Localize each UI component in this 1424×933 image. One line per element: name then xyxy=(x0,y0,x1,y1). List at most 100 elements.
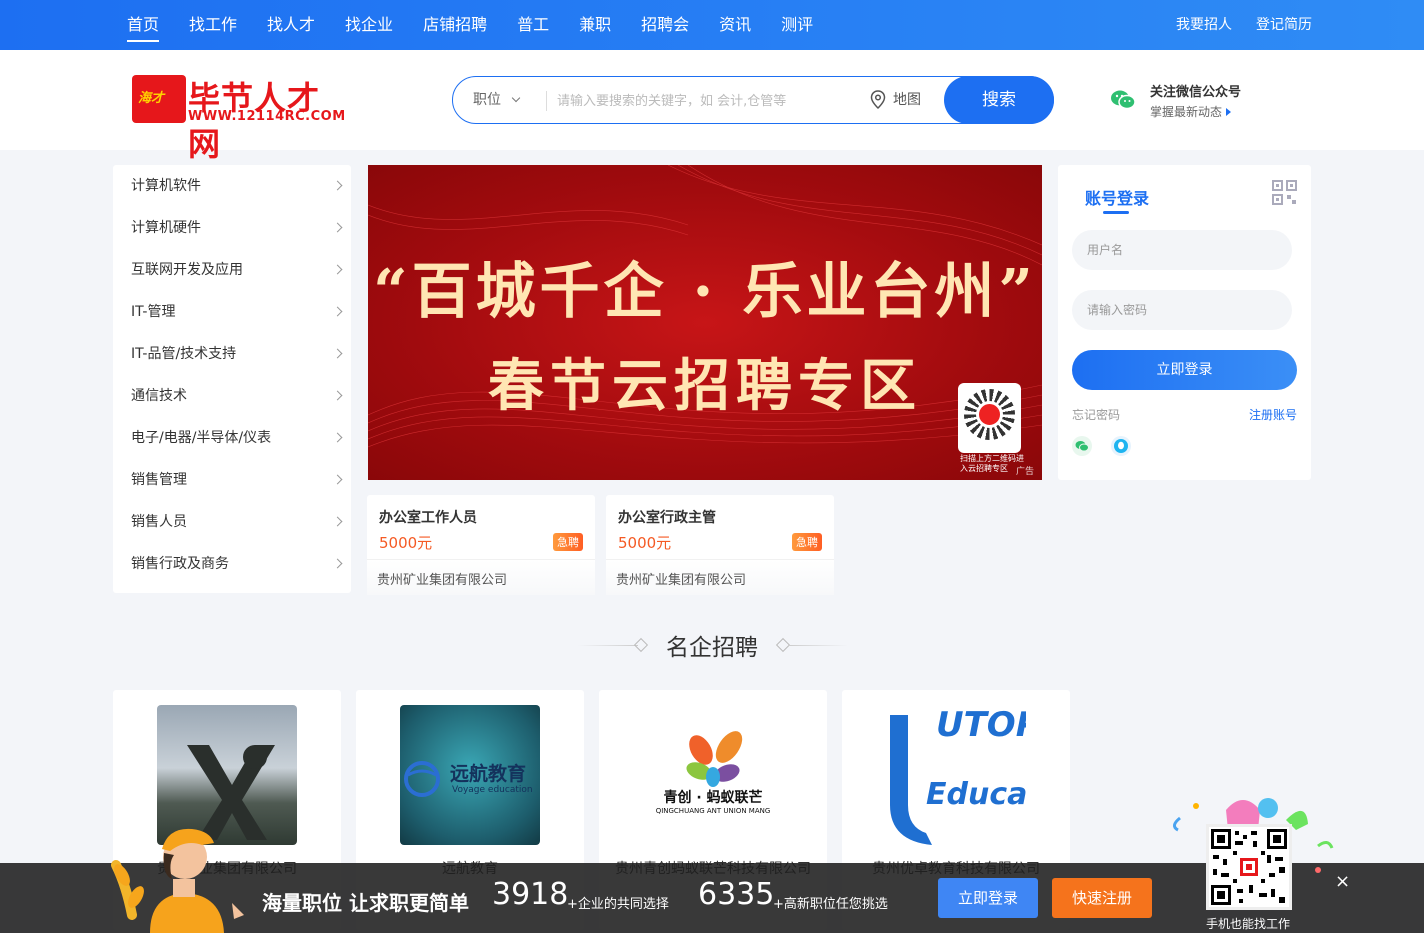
category-item[interactable]: 销售管理 xyxy=(113,459,351,501)
register-resume-link[interactable]: 登记简历 xyxy=(1256,0,1312,50)
category-item[interactable]: 销售人员 xyxy=(113,501,351,543)
company-count-desc: +企业的共同选择 xyxy=(567,897,669,912)
chevron-right-icon xyxy=(332,558,343,569)
banner-qr-code xyxy=(958,383,1021,453)
job-card[interactable]: 办公室工作人员 5000元 急聘 贵州矿业集团有限公司 xyxy=(367,495,595,595)
top-navbar: 首页 找工作 找人才 找企业 店铺招聘 普工 兼职 招聘会 资讯 测评 我要招人… xyxy=(0,0,1424,50)
username-input[interactable] xyxy=(1072,230,1292,270)
job-card[interactable]: 办公室行政主管 5000元 急聘 贵州矿业集团有限公司 xyxy=(606,495,834,595)
wechat-login-icon[interactable] xyxy=(1072,436,1092,456)
company-logo-subtext: Voyage education xyxy=(452,785,533,795)
header: 海才 毕节人才网 WWW.12114RC.COM 职位 地图 搜索 关注微信公众… xyxy=(0,50,1424,163)
nav-home[interactable]: 首页 xyxy=(112,0,174,50)
job-company: 贵州矿业集团有限公司 xyxy=(377,573,508,588)
company-logo-text: 远航教育 xyxy=(450,763,527,785)
top-links: 我要招人 登记简历 xyxy=(1152,0,1312,50)
job-title: 办公室工作人员 xyxy=(379,510,477,526)
forgot-password-link[interactable]: 忘记密码 xyxy=(1072,406,1120,423)
chevron-right-icon xyxy=(332,390,343,401)
chevron-right-icon xyxy=(332,222,343,233)
chevron-right-icon xyxy=(332,180,343,191)
nav-job-fair[interactable]: 招聘会 xyxy=(626,0,704,50)
promo-slogan: 海量职位 让求职更简单 xyxy=(262,891,469,915)
nav-find-talent[interactable]: 找人才 xyxy=(252,0,330,50)
section-line-right xyxy=(788,645,848,646)
category-sidebar: 计算机软件 计算机硬件 互联网开发及应用 IT-管理 IT-品管/技术支持 通信… xyxy=(113,165,351,593)
company-logo-text: UTOP xyxy=(936,705,1026,745)
diamond-icon xyxy=(633,637,649,653)
map-pin-icon xyxy=(870,90,886,110)
category-item[interactable]: 互联网开发及应用 xyxy=(113,249,351,291)
login-button[interactable]: 立即登录 xyxy=(1072,350,1297,390)
section-title: 名企招聘 xyxy=(666,635,758,661)
banner-subheadline: 春节云招聘专区 xyxy=(488,353,922,419)
job-salary: 5000元 xyxy=(379,534,433,552)
nav-shop-recruit[interactable]: 店铺招聘 xyxy=(408,0,502,50)
search-button[interactable]: 搜索 xyxy=(944,76,1054,124)
logo-badge: 海才 xyxy=(132,75,186,123)
wechat-title: 关注微信公众号 xyxy=(1150,85,1242,100)
company-logo-subtext: QINGCHUANG ANT UNION MANG xyxy=(655,807,771,815)
mascot-illustration xyxy=(111,828,244,933)
urgent-badge: 急聘 xyxy=(553,533,583,551)
company-logo-text: 青创 · 蚂蚁联芒 xyxy=(663,790,763,806)
ad-label: 广告 xyxy=(1015,467,1034,477)
search-input[interactable] xyxy=(557,89,857,113)
company-logo: 远航教育 Voyage education xyxy=(400,705,540,845)
wechat-icon xyxy=(1111,90,1136,110)
category-item[interactable]: 通信技术 xyxy=(113,375,351,417)
banner-headline: “百城千企 · 乐业台州” xyxy=(373,257,1037,327)
nav-general-worker[interactable]: 普工 xyxy=(502,0,564,50)
chevron-right-icon xyxy=(332,432,343,443)
login-tab-underline xyxy=(1103,211,1129,214)
category-item[interactable]: IT-品管/技术支持 xyxy=(113,333,351,375)
category-item[interactable]: IT-管理 xyxy=(113,291,351,333)
chevron-right-icon xyxy=(332,264,343,275)
play-arrow-icon xyxy=(1226,108,1232,116)
company-logo-subtext: Education xyxy=(926,777,1026,812)
register-account-link[interactable]: 注册账号 xyxy=(1249,406,1297,423)
job-count-desc: +高新职位任您挑选 xyxy=(773,897,888,912)
job-count: 6335 xyxy=(698,877,775,912)
search-category-select[interactable]: 职位 xyxy=(473,77,521,123)
logo-badge-text: 海才 xyxy=(138,91,165,106)
nav-find-company[interactable]: 找企业 xyxy=(330,0,408,50)
map-button[interactable]: 地图 xyxy=(869,77,921,123)
chevron-right-icon xyxy=(332,306,343,317)
nav-part-time[interactable]: 兼职 xyxy=(564,0,626,50)
wechat-subtitle: 掌握最新动态 xyxy=(1150,103,1232,120)
search-category-label: 职位 xyxy=(473,92,501,108)
logo-url: WWW.12114RC.COM xyxy=(188,109,346,124)
mobile-qr-code xyxy=(1206,824,1292,910)
map-label: 地图 xyxy=(893,92,921,108)
category-item[interactable]: 计算机硬件 xyxy=(113,207,351,249)
chevron-right-icon xyxy=(332,348,343,359)
login-title[interactable]: 账号登录 xyxy=(1085,185,1149,209)
urgent-badge: 急聘 xyxy=(792,533,822,551)
job-salary: 5000元 xyxy=(618,534,672,552)
mobile-job-text: 手机也能找工作 xyxy=(1206,917,1291,931)
qq-login-icon[interactable] xyxy=(1111,436,1131,456)
section-line-left xyxy=(578,645,638,646)
chevron-right-icon xyxy=(332,474,343,485)
qr-login-icon[interactable] xyxy=(1271,179,1298,206)
bottom-login-button[interactable]: 立即登录 xyxy=(938,878,1038,918)
category-item[interactable]: 电子/电器/半导体/仪表 xyxy=(113,417,351,459)
chevron-down-icon xyxy=(511,93,521,103)
login-panel: 账号登录 立即登录 忘记密码 注册账号 xyxy=(1058,165,1311,480)
hire-link[interactable]: 我要招人 xyxy=(1176,0,1232,50)
password-input[interactable] xyxy=(1072,290,1292,330)
company-count: 3918 xyxy=(492,877,569,912)
company-logo: 青创 · 蚂蚁联芒 QINGCHUANG ANT UNION MANG xyxy=(643,705,783,845)
nav-find-job[interactable]: 找工作 xyxy=(174,0,252,50)
site-logo[interactable]: 海才 毕节人才网 WWW.12114RC.COM xyxy=(132,73,352,163)
promo-banner[interactable]: “百城千企 · 乐业台州” 春节云招聘专区 扫描上方二维码进入云招聘专区 广告 xyxy=(368,165,1042,480)
nav-news[interactable]: 资讯 xyxy=(704,0,766,50)
company-logo: UTOP Education xyxy=(886,705,1026,845)
nav-assessment[interactable]: 测评 xyxy=(766,0,828,50)
search-divider xyxy=(546,91,547,111)
category-item[interactable]: 销售行政及商务 xyxy=(113,543,351,585)
search-bar: 职位 地图 搜索 xyxy=(452,76,1054,124)
quick-register-button[interactable]: 快速注册 xyxy=(1052,878,1152,918)
category-item[interactable]: 计算机软件 xyxy=(113,165,351,207)
